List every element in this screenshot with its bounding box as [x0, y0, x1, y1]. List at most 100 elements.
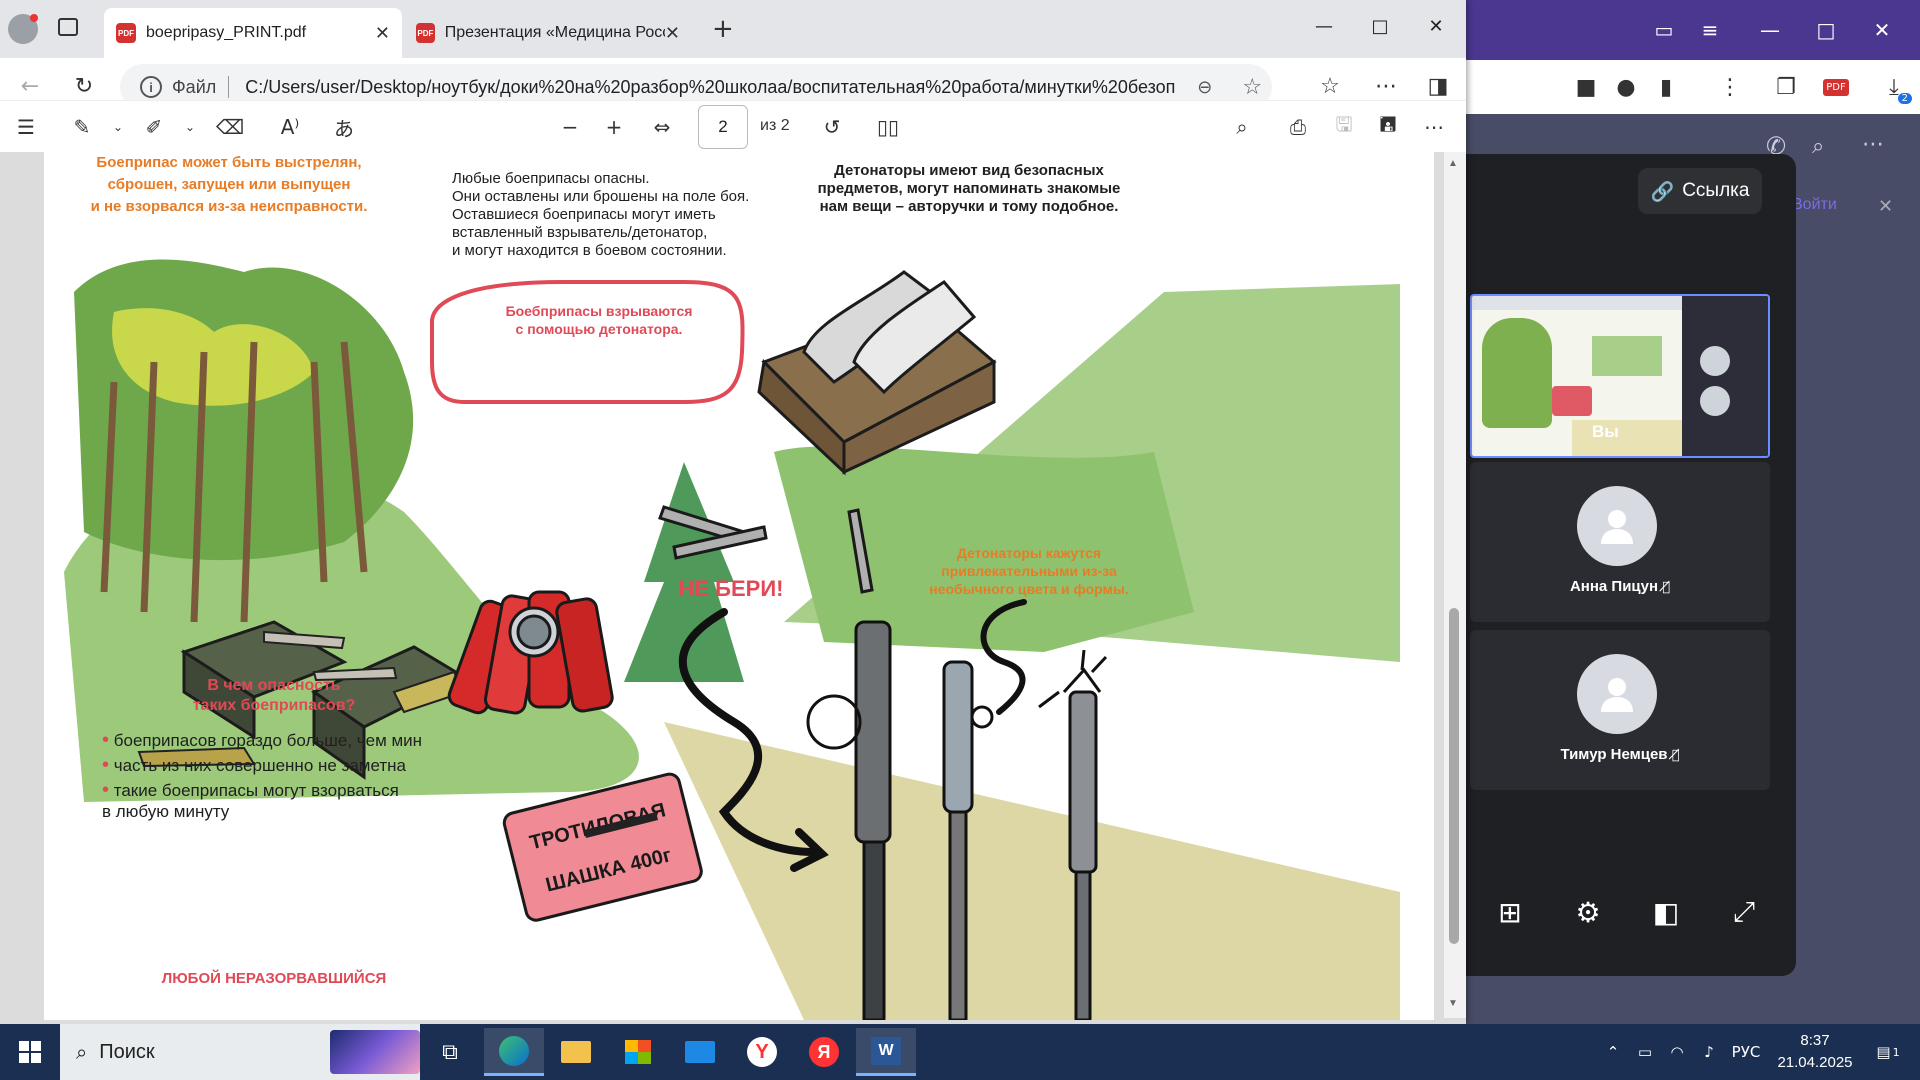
tab-actions-icon[interactable] — [58, 18, 78, 36]
close-window-icon[interactable]: ✕ — [1414, 8, 1458, 44]
store-icon[interactable] — [608, 1028, 668, 1076]
page-number-input[interactable]: 2 — [698, 105, 748, 149]
print-icon[interactable]: ⎙ — [1280, 107, 1316, 147]
volume-icon[interactable]: ♪ — [1694, 1024, 1724, 1080]
edge-app-icon[interactable] — [484, 1028, 544, 1076]
detonators-attractive-note: Детонаторы кажутся привлекательными из-з… — [929, 545, 1129, 597]
danger-heading: В чем опасность таких боеприпасов? — [192, 677, 356, 714]
zoom-icon[interactable]: ⊖ — [1197, 77, 1212, 98]
chevron-down-icon[interactable]: ⌄ — [172, 107, 208, 147]
fullscreen-icon[interactable]: ⤢ — [1720, 888, 1768, 936]
settings-icon[interactable]: ⚙ — [1564, 888, 1612, 936]
heading-detonators-look-safe: Детонаторы имеют вид безопасных предмето… — [817, 162, 1121, 215]
highlight-icon[interactable]: ✎ — [64, 107, 100, 147]
new-tab-icon[interactable]: + — [712, 14, 734, 44]
file-explorer-icon[interactable] — [546, 1028, 606, 1076]
pdf-toolbar: ☰ ✎ ⌄ ✐ ⌄ ⌫ A⁾ あ − + ⇔ 2 из 2 ↺ ▯▯ ⌕ ⎙ 🖫… — [0, 100, 1466, 152]
close-tab-icon[interactable]: ✕ — [375, 23, 390, 44]
participant-tile[interactable]: Тимур Немцев 🎙̸ — [1470, 630, 1770, 790]
microphone-icon[interactable]: ● — [1606, 68, 1646, 106]
collections-icon[interactable]: ❐ — [1766, 68, 1806, 106]
contents-icon[interactable]: ☰ — [8, 107, 44, 147]
mic-off-icon: 🎙̸ — [1671, 748, 1680, 763]
meeting-panel: 🔗 Ссылка Вы Анна Пицун 🎙̸ Тимур Немцев 🎙… — [1466, 154, 1796, 976]
menu-icon[interactable]: ≡ — [1690, 10, 1730, 50]
mail-icon[interactable] — [670, 1028, 730, 1076]
user-icon — [1601, 678, 1633, 712]
pdf-extension-icon[interactable]: PDF — [1816, 68, 1856, 106]
chevron-up-icon[interactable]: ⌃ — [1600, 1024, 1626, 1080]
minimize-icon[interactable]: — — [1302, 8, 1346, 44]
chevron-down-icon[interactable]: ⌄ — [100, 107, 136, 147]
translate-icon[interactable]: あ — [326, 107, 362, 147]
screen-share-sidebar — [1682, 296, 1768, 456]
minimize-icon[interactable]: — — [1750, 10, 1790, 50]
more-options-icon[interactable]: ⋯ — [1416, 107, 1452, 147]
grid-view-icon[interactable]: ⊞ — [1486, 888, 1534, 936]
pdf-file-icon: PDF — [416, 23, 435, 43]
vertical-scrollbar[interactable]: ▲ ▼ — [1444, 152, 1466, 1018]
yandex-icon[interactable]: Я — [794, 1028, 854, 1076]
tab-boepripasy[interactable]: PDF boepripasy_PRINT.pdf ✕ — [104, 8, 402, 58]
taskbar-search[interactable]: ⌕ Поиск — [60, 1024, 420, 1080]
warning-do-not-take: НЕ БЕРИ! — [678, 576, 784, 601]
eraser-icon[interactable]: ⌫ — [212, 107, 248, 147]
list-item: • боеприпасов гораздо больше, чем мин — [102, 729, 423, 751]
zoom-out-icon[interactable]: − — [552, 107, 588, 147]
downloads-icon[interactable]: ⤓ 2 — [1874, 68, 1914, 106]
start-button[interactable] — [0, 1024, 60, 1080]
background-app-titlebar: ▭ ≡ — □ ✕ — [1466, 0, 1920, 60]
wifi-icon[interactable]: ◠ — [1662, 1024, 1692, 1080]
save-as-icon[interactable]: 🖪 — [1370, 107, 1406, 147]
save-icon[interactable]: 🖫 — [1326, 107, 1362, 147]
tab-presentation[interactable]: PDF Презентация «Медицина Росси ✕ — [404, 8, 692, 58]
draw-icon[interactable]: ✐ — [136, 107, 172, 147]
task-view-icon[interactable]: ⧉ — [420, 1028, 480, 1076]
tab-strip: PDF boepripasy_PRINT.pdf ✕ PDF Презентац… — [0, 0, 1466, 58]
more-vertical-icon[interactable]: ⋮ — [1710, 68, 1750, 106]
participant-name: Тимур Немцев 🎙̸ — [1560, 746, 1680, 763]
notifications-icon[interactable]: ▤ 1 — [1866, 1024, 1910, 1080]
close-tab-icon[interactable]: ✕ — [665, 23, 680, 44]
page-view-icon[interactable]: ▯▯ — [870, 107, 906, 147]
clock[interactable]: 8:37 21.04.2025 — [1770, 1030, 1860, 1074]
self-video-tile[interactable]: Вы — [1470, 294, 1770, 458]
scrollbar-thumb[interactable] — [1449, 608, 1459, 944]
search-icon[interactable]: ⌕ — [1224, 107, 1260, 147]
divider — [228, 76, 230, 98]
battery-icon[interactable]: ▭ — [1630, 1024, 1660, 1080]
pin-icon[interactable]: ▭ — [1644, 10, 1684, 50]
picture-in-picture-icon[interactable]: ◧ — [1642, 888, 1690, 936]
maximize-icon[interactable]: □ — [1358, 8, 1402, 44]
zoom-in-icon[interactable]: + — [596, 107, 632, 147]
more-horizontal-icon[interactable]: ⋯ — [1862, 132, 1884, 157]
favorite-star-icon[interactable]: ☆ — [1242, 75, 1262, 100]
login-link[interactable]: Войти — [1792, 196, 1837, 214]
browser-window: PDF boepripasy_PRINT.pdf ✕ PDF Презентац… — [0, 0, 1466, 1024]
bookmark-icon[interactable]: ▮ — [1646, 68, 1686, 106]
close-icon[interactable]: ✕ — [1862, 10, 1902, 50]
bottom-heading: ЛЮБОЙ НЕРАЗОРВАВШИЙСЯ — [161, 970, 387, 987]
yandex-browser-icon[interactable]: Y — [732, 1028, 792, 1076]
scroll-down-icon[interactable]: ▼ — [1448, 998, 1458, 1009]
close-icon[interactable]: ✕ — [1878, 196, 1893, 217]
search-icon[interactable]: ⌕ — [1812, 134, 1824, 159]
copy-link-button[interactable]: 🔗 Ссылка — [1638, 168, 1762, 214]
word-app-icon[interactable]: W — [856, 1028, 916, 1076]
participant-tile[interactable]: Анна Пицун 🎙̸ — [1470, 462, 1770, 622]
info-icon[interactable]: i — [140, 76, 162, 98]
self-label: Вы — [1592, 422, 1619, 441]
taskbar: ⌕ Поиск ⧉ Y Я W ⌃ ▭ ◠ ♪ РУС 8:37 21.04.2… — [0, 1024, 1920, 1080]
fit-width-icon[interactable]: ⇔ — [644, 107, 680, 147]
url-text[interactable]: C:/Users/user/Desktop/ноутбук/доки%20на%… — [245, 77, 1175, 98]
rotate-icon[interactable]: ↺ — [814, 107, 850, 147]
camera-icon[interactable]: ■ — [1566, 68, 1606, 106]
scroll-up-icon[interactable]: ▲ — [1448, 158, 1458, 169]
read-aloud-icon[interactable]: A⁾ — [272, 107, 308, 147]
danger-list: • боеприпасов гораздо больше, чем мин • … — [102, 730, 442, 822]
clock-date: 21.04.2025 — [1777, 1054, 1853, 1071]
maximize-icon[interactable]: □ — [1806, 10, 1846, 50]
list-item: • такие боеприпасы могут взорваться в люб… — [102, 779, 399, 822]
downloads-badge: 2 — [1897, 93, 1912, 104]
language-indicator[interactable]: РУС — [1726, 1024, 1766, 1080]
